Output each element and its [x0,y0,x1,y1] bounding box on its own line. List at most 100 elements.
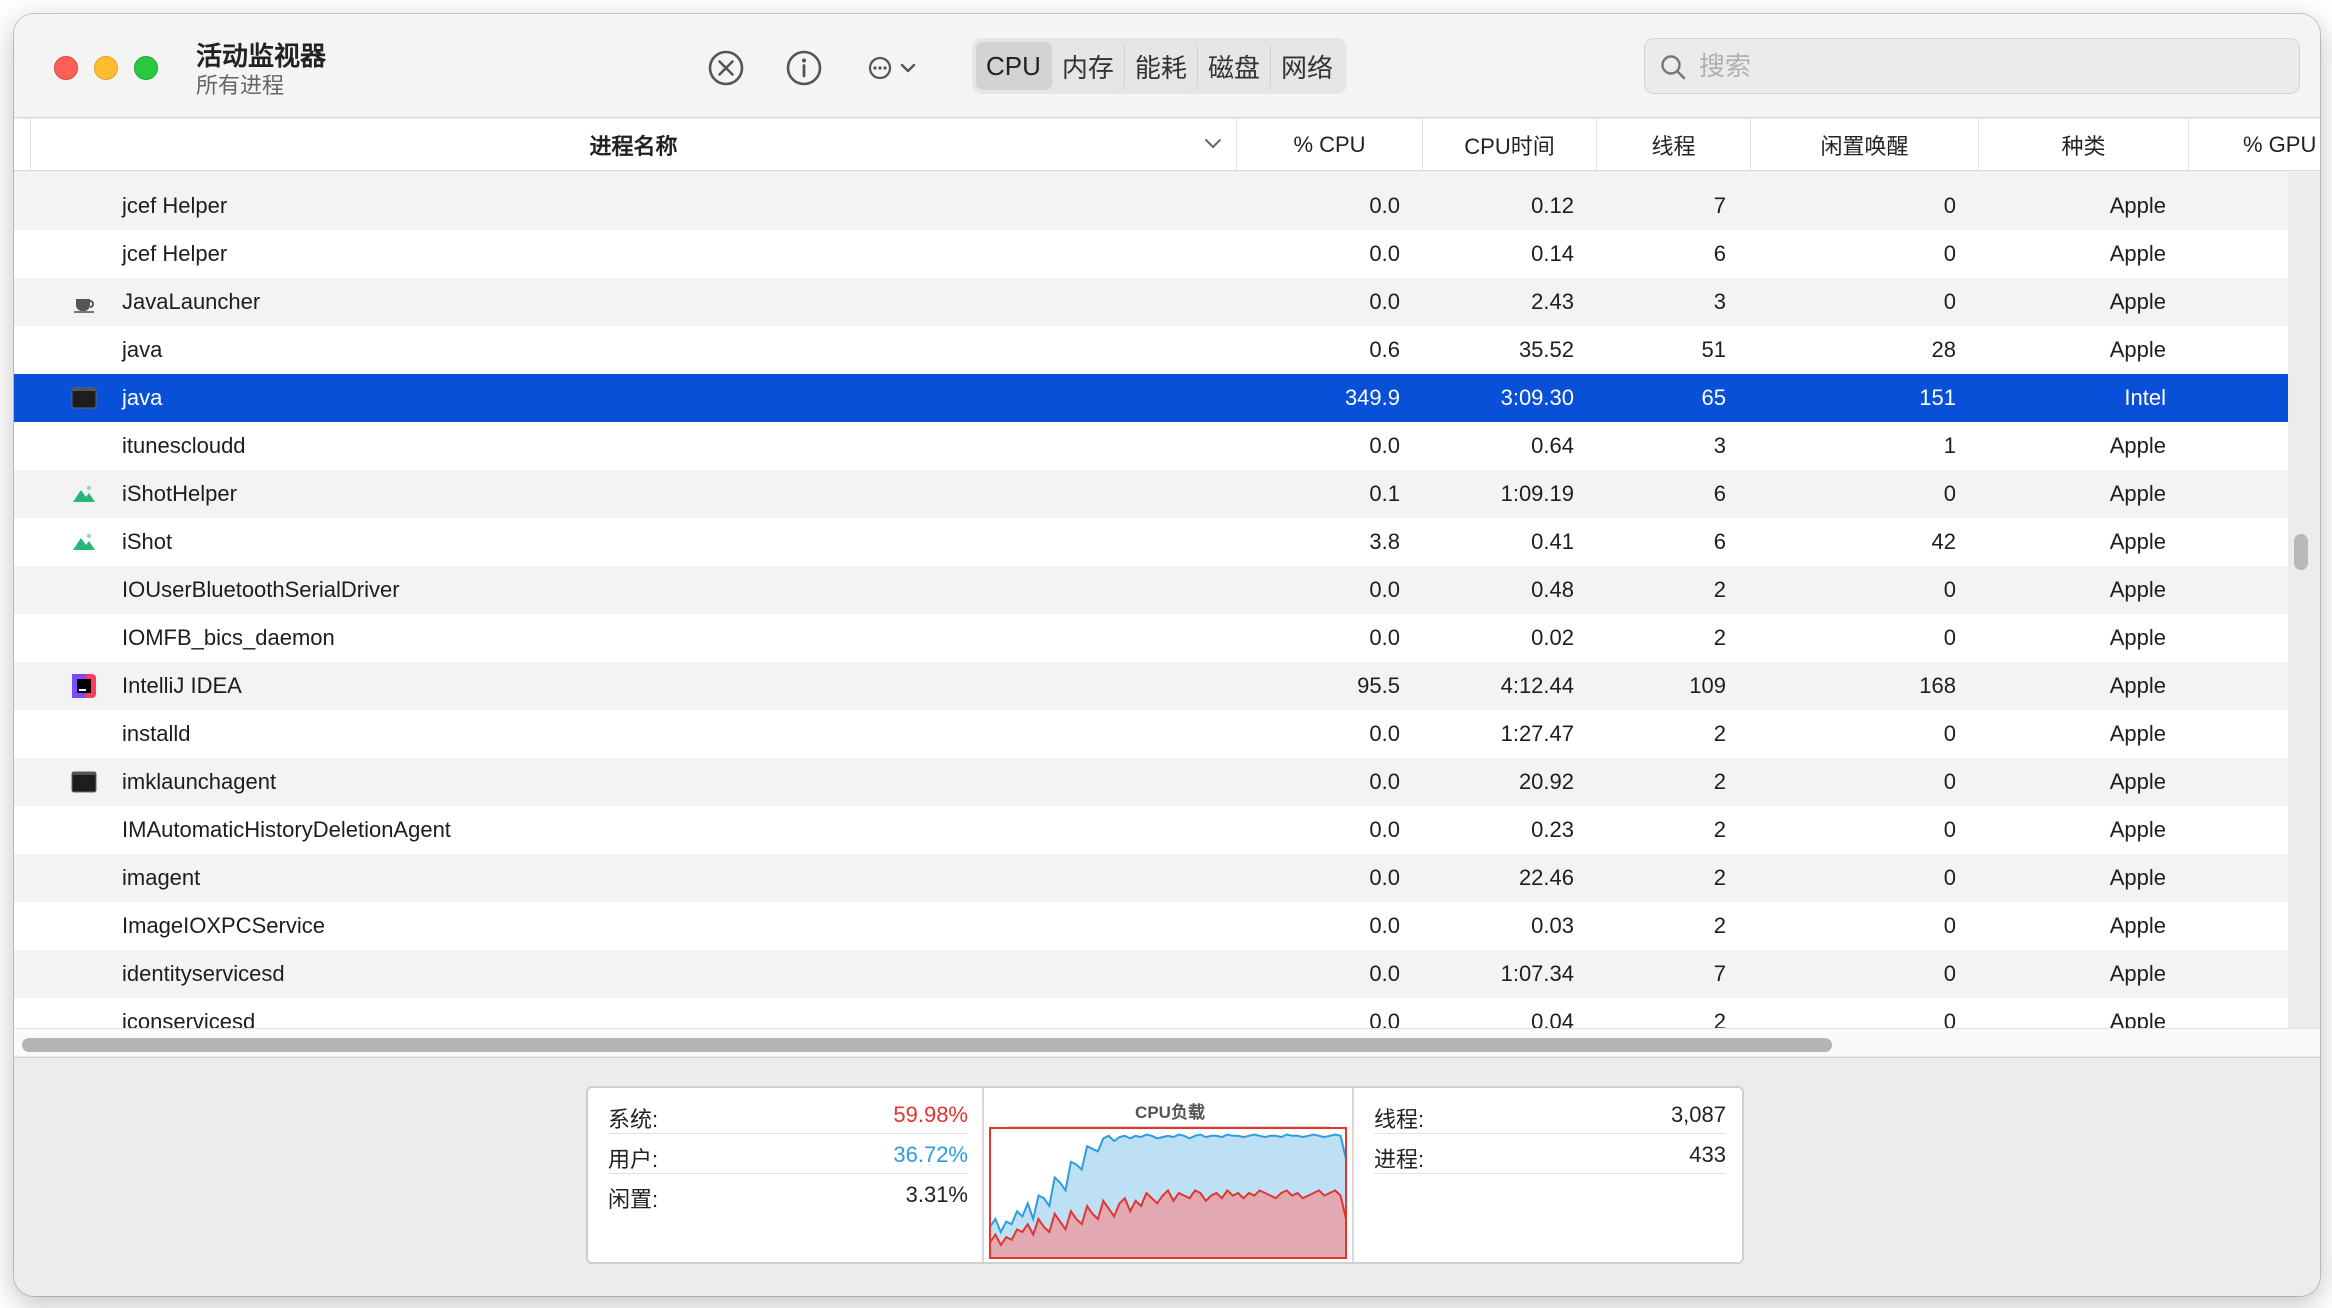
stop-process-icon[interactable] [706,48,746,88]
idle-wake-ups: 151 [1919,385,1956,410]
column-header-process-name[interactable]: 进程名称 [30,119,1236,171]
thread-count: 65 [1701,385,1726,410]
process-kind: Apple [2109,913,2166,938]
cpu-percent: 0.0 [1369,865,1400,890]
search-input[interactable] [1699,45,2279,87]
cpu-time: 0.64 [1531,433,1574,458]
terminal-icon [71,771,97,793]
cpu-percent: 349.9 [1344,385,1400,410]
search-field[interactable] [1644,38,2300,94]
table-row[interactable]: java 349.9 3:09.30 65 151 Intel [14,374,2288,422]
column-header-cpu-time[interactable]: CPU时间 [1422,119,1596,171]
info-icon[interactable] [784,48,824,88]
process-name: iconservicesd [122,1009,256,1028]
process-kind: Apple [2109,673,2166,698]
tab-disk[interactable]: 磁盘 [1198,42,1271,90]
toolbar: 活动监视器 所有进程 CPU 内存 能耗 磁盘 网络 [14,14,2320,118]
cpu-time: 0.04 [1531,1009,1574,1028]
idle-wake-ups: 0 [1943,577,1956,602]
column-header-kind[interactable]: 种类 [1978,119,2188,171]
thread-count: 7 [1713,961,1726,986]
table-row[interactable]: IMAutomaticHistoryDeletionAgent 0.0 0.23 2 0… [14,806,2288,854]
table-row[interactable]: installd 0.0 1:27.47 2 0 Apple [14,710,2288,758]
column-header-idle-wake[interactable]: 闲置唤醒 [1750,119,1978,171]
idle-wake-ups: 28 [1931,337,1956,362]
thread-count: 6 [1713,241,1726,266]
table-row[interactable]: imklaunchagent 0.0 20.92 2 0 Apple [14,758,2288,806]
cpu-load-chart [989,1126,1347,1259]
table-row[interactable]: iShot 3.8 0.41 6 42 Apple [14,518,2288,566]
process-name: IMAutomaticHistoryDeletionAgent [122,817,451,842]
idle-wake-ups: 0 [1943,289,1956,314]
cpu-percent: 0.1 [1369,481,1400,506]
table-row[interactable]: JavaLauncher 0.0 2.43 3 0 Apple [14,278,2288,326]
table-row-partial[interactable] [14,172,2288,182]
process-kind: Apple [2109,529,2166,554]
thread-count: 2 [1713,625,1726,650]
cpu-percent: 0.0 [1369,289,1400,314]
table-row[interactable]: jcef Helper 0.0 0.14 6 0 Apple [14,230,2288,278]
cpu-percent: 0.0 [1369,241,1400,266]
tab-cpu[interactable]: CPU [976,42,1052,90]
table-row[interactable]: IOUserBluetoothSerialDriver 0.0 0.48 2 0 Appl… [14,566,2288,614]
system-stat: 系统: 59.98% [608,1094,968,1134]
process-kind: Apple [2109,241,2166,266]
idle-wake-ups: 0 [1943,241,1956,266]
table-row[interactable]: IOMFB_bics_daemon 0.0 0.02 2 0 Apple [14,614,2288,662]
table-row[interactable]: java 0.6 35.52 51 28 Apple [14,326,2288,374]
cpu-percent: 0.0 [1369,961,1400,986]
minimize-window-button[interactable] [94,56,118,80]
tab-memory[interactable]: 内存 [1052,42,1125,90]
cpu-percent: 3.8 [1369,529,1400,554]
table-row[interactable]: ImageIOXPCService 0.0 0.03 2 0 Apple [14,902,2288,950]
process-name: imagent [122,865,201,890]
process-name: java [122,337,163,362]
user-stat: 用户: 36.72% [608,1134,968,1174]
sort-descending-icon [1205,139,1221,149]
process-kind: Apple [2109,433,2166,458]
close-window-button[interactable] [54,56,78,80]
table-row[interactable]: jcef Helper 0.0 0.12 7 0 Apple [14,182,2288,230]
cpu-load-graph: CPU负载 [982,1088,1354,1262]
cpu-percent: 95.5 [1357,673,1400,698]
tab-energy[interactable]: 能耗 [1125,42,1198,90]
idle-wake-ups: 0 [1943,913,1956,938]
table-row[interactable]: iShotHelper 0.1 1:09.19 6 0 Apple [14,470,2288,518]
idle-label: 闲置: [608,1187,659,1212]
column-header-threads[interactable]: 线程 [1596,119,1750,171]
table-row[interactable]: imagent 0.0 22.46 2 0 Apple [14,854,2288,902]
more-actions-icon[interactable] [864,50,926,86]
system-value: 59.98% [893,1102,968,1127]
horizontal-scrollbar[interactable] [22,1038,1832,1052]
threads-label: 线程: [1374,1107,1425,1132]
idle-wake-ups: 0 [1943,625,1956,650]
process-kind: Apple [2109,289,2166,314]
table-row[interactable]: iconservicesd 0.0 0.04 2 0 Apple [14,998,2288,1028]
thread-count: 2 [1713,865,1726,890]
intellij-icon [72,674,96,698]
table-header: 进程名称 % CPU CPU时间 线程 闲置唤醒 种类 % GPU [14,119,2320,171]
idle-wake-ups: 0 [1943,865,1956,890]
cpu-time: 2.43 [1531,289,1574,314]
zoom-window-button[interactable] [134,56,158,80]
user-value: 36.72% [893,1142,968,1167]
vertical-scrollbar[interactable] [2294,534,2308,570]
process-kind: Apple [2109,817,2166,842]
cpu-time: 0.14 [1531,241,1574,266]
tab-network[interactable]: 网络 [1271,42,1343,90]
activity-monitor-window: 活动监视器 所有进程 CPU 内存 能耗 磁盘 网络 搜索 进程名称 % CPU… [14,14,2320,1296]
process-kind: Apple [2109,481,2166,506]
idle-wake-ups: 0 [1943,961,1956,986]
process-table: jcef Helper 0.0 0.12 7 0 Apple jcef Helper 0.0 0… [14,172,2288,1028]
thread-count: 51 [1701,337,1726,362]
cpu-percent: 0.0 [1369,817,1400,842]
table-row[interactable]: identityservicesd 0.0 1:07.34 7 0 Apple [14,950,2288,998]
process-name: iShotHelper [122,481,237,506]
process-kind: Apple [2109,721,2166,746]
column-header-gpu[interactable]: % GPU [2188,119,2320,171]
table-row[interactable]: itunescloudd 0.0 0.64 3 1 Apple [14,422,2288,470]
table-row[interactable]: IntelliJ IDEA 95.5 4:12.44 109 168 Apple [14,662,2288,710]
cpu-time: 0.41 [1531,529,1574,554]
threads-value: 3,087 [1670,1102,1726,1127]
column-header-cpu[interactable]: % CPU [1236,119,1422,171]
